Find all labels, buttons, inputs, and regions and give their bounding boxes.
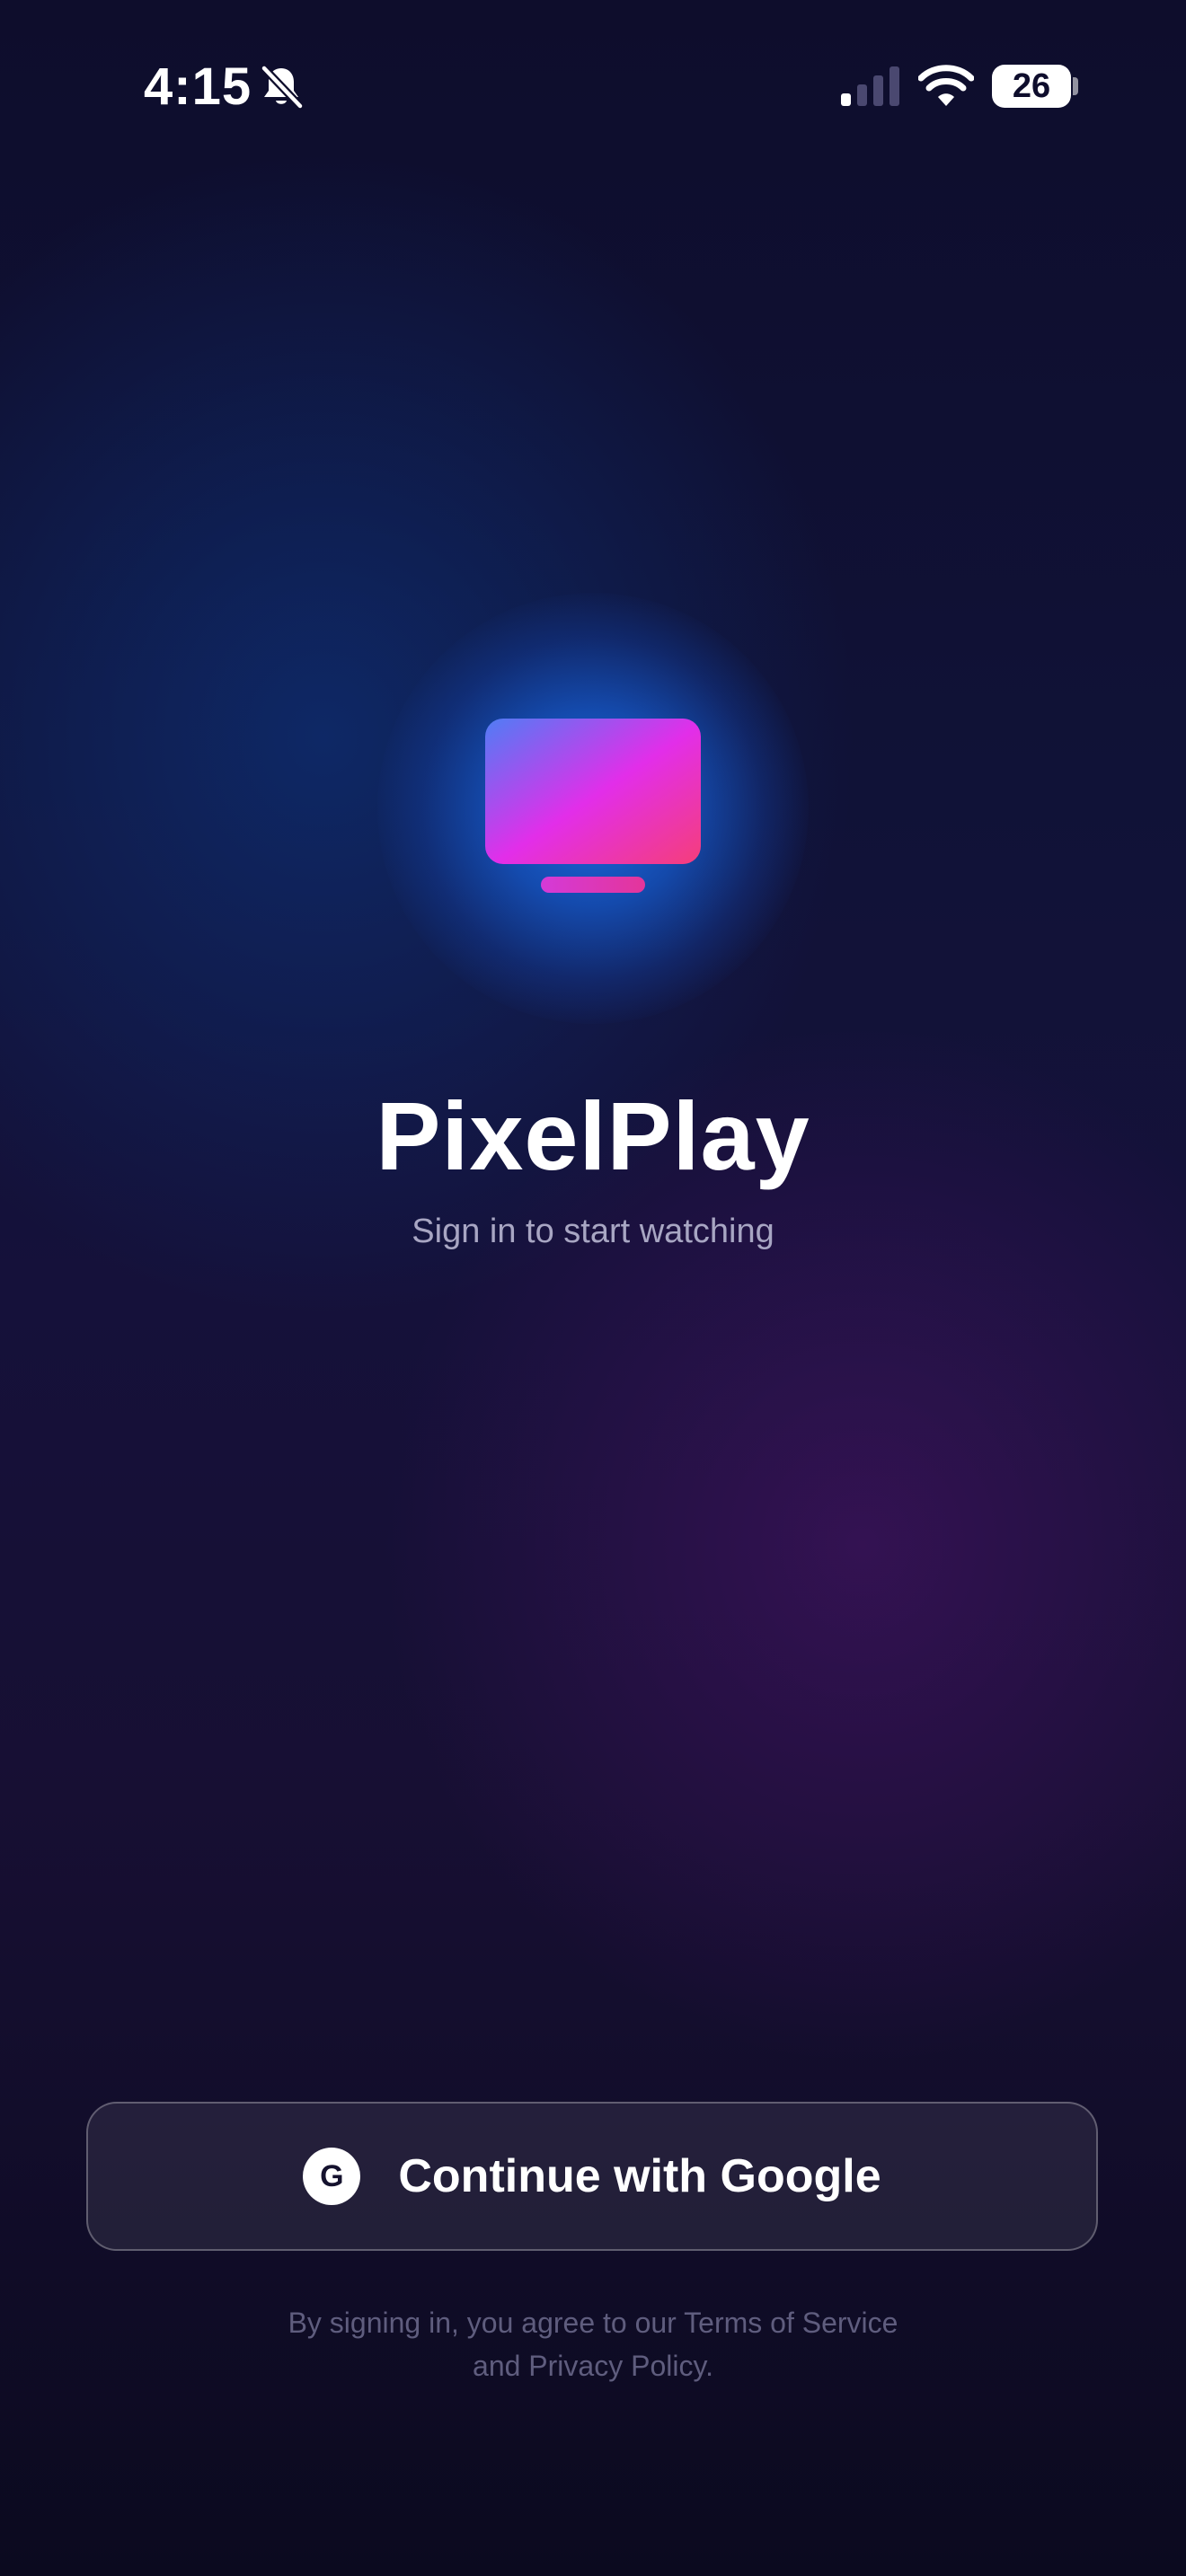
wifi-icon: [918, 65, 974, 106]
battery-tip: [1073, 77, 1078, 95]
google-icon: G: [303, 2148, 361, 2205]
google-button-label: Continue with Google: [398, 2150, 881, 2202]
battery-icon: 26: [992, 65, 1071, 108]
login-screen: 4:15 26 PixelPlay Sign in to start watch…: [0, 0, 1186, 2576]
status-bar: 4:15 26: [0, 0, 1186, 171]
legal-text: By signing in, you agree to our Terms of…: [198, 2301, 988, 2387]
app-subtitle: Sign in to start watching: [412, 1213, 774, 1250]
tv-icon: [485, 719, 701, 893]
app-title: PixelPlay: [376, 1081, 810, 1190]
legal-line-1: By signing in, you agree to our Terms of…: [288, 2307, 898, 2339]
continue-with-google-button[interactable]: G Continue with Google: [86, 2102, 1098, 2251]
signal-icon: [841, 66, 899, 106]
legal-line-2: and Privacy Policy.: [473, 2350, 713, 2382]
status-time: 4:15: [144, 57, 252, 116]
bell-off-icon: [260, 64, 305, 110]
